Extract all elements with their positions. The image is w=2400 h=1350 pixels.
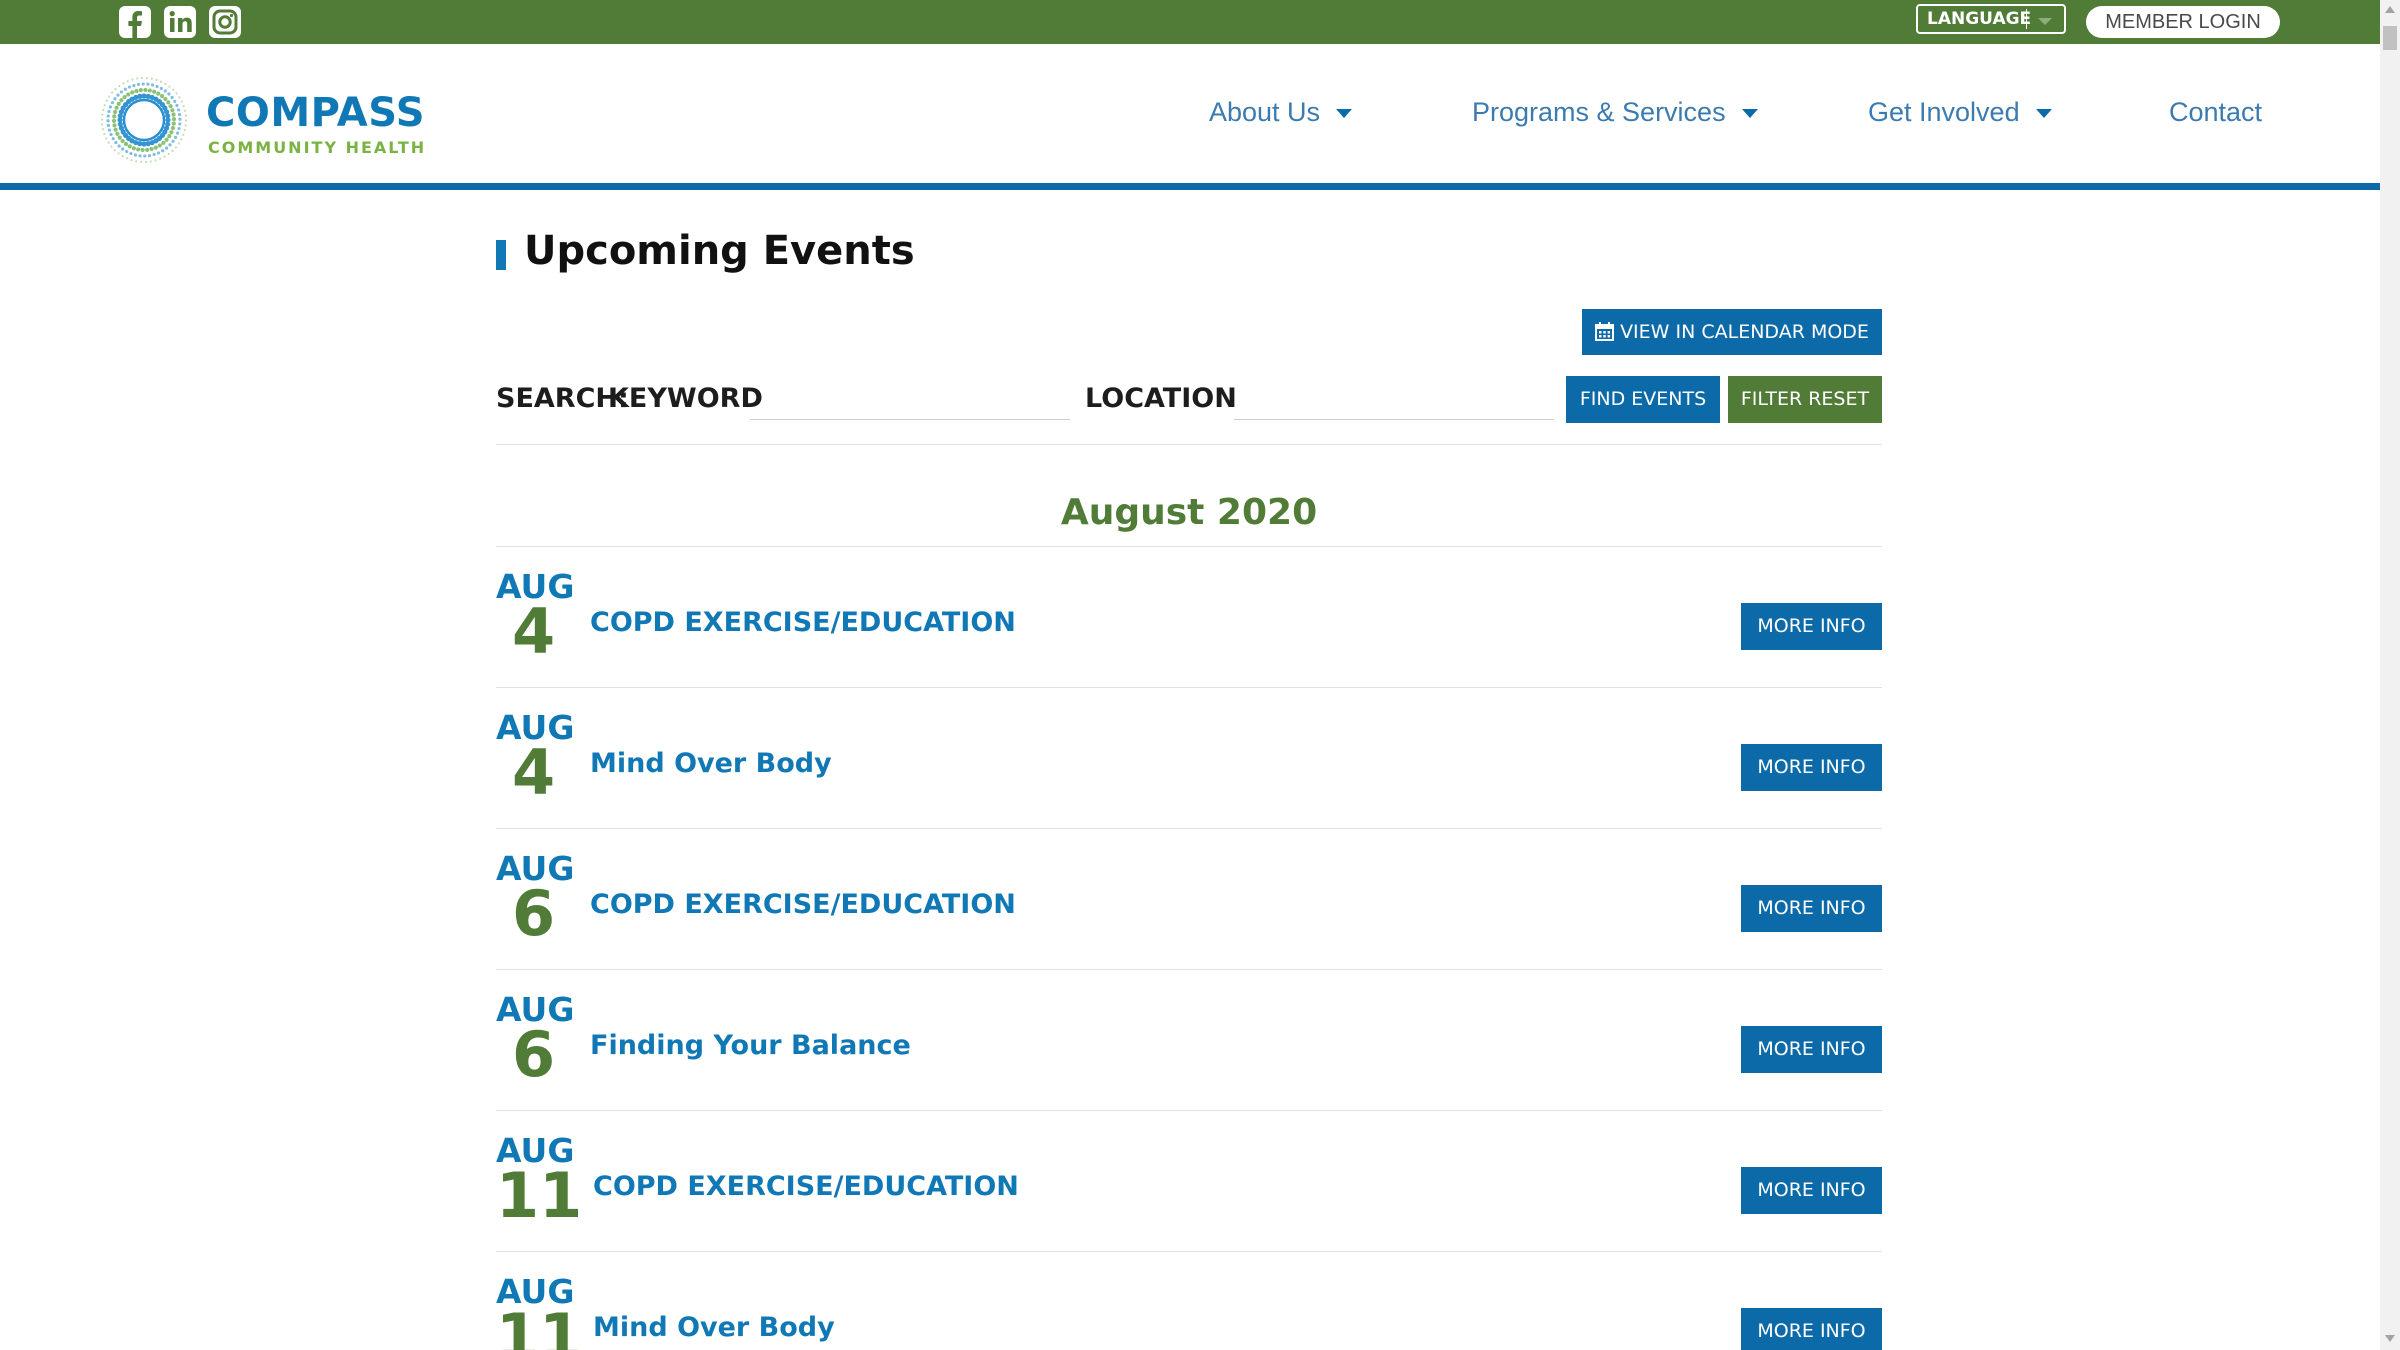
event-title-link[interactable]: Mind Over Body <box>590 748 832 779</box>
event-row: AUG 11 Mind Over Body MORE INFO <box>496 1252 1882 1350</box>
more-info-button[interactable]: MORE INFO <box>1741 1167 1882 1214</box>
language-separator <box>2026 9 2027 29</box>
keyword-label: KEYWORD <box>608 383 763 414</box>
scroll-down-arrow-icon[interactable] <box>2385 1335 2395 1342</box>
event-title-link[interactable]: Finding Your Balance <box>590 1030 911 1061</box>
calendar-icon <box>1595 322 1615 341</box>
keyword-input[interactable] <box>750 380 1070 420</box>
logo-name: COMPASS <box>206 90 426 136</box>
caret-down-icon <box>1741 109 1758 119</box>
nav-label: Get Involved <box>1868 97 2020 127</box>
page-scrollbar[interactable] <box>2380 0 2400 1350</box>
location-input[interactable] <box>1234 380 1554 420</box>
more-info-button[interactable]: MORE INFO <box>1741 1026 1882 1073</box>
event-day: 6 <box>512 1018 556 1091</box>
caret-down-icon <box>2035 109 2052 119</box>
filter-reset-button[interactable]: FILTER RESET <box>1728 376 1882 423</box>
caret-down-icon <box>1336 109 1353 119</box>
search-divider <box>496 444 1882 445</box>
nav-get-involved[interactable]: Get Involved <box>1868 96 2052 128</box>
more-info-button[interactable]: MORE INFO <box>1741 885 1882 932</box>
month-heading: August 2020 <box>1060 492 1318 533</box>
more-info-button[interactable]: MORE INFO <box>1741 603 1882 650</box>
chevron-down-icon <box>2038 18 2052 25</box>
nav-contact[interactable]: Contact <box>2169 96 2262 128</box>
compass-logo-icon <box>100 76 188 164</box>
top-utility-bar: LANGUAGE MEMBER LOGIN <box>0 0 2380 44</box>
scrollbar-thumb[interactable] <box>2383 26 2397 50</box>
event-row: AUG 11 COPD EXERCISE/EDUCATION MORE INFO <box>496 1111 1882 1252</box>
instagram-icon[interactable] <box>208 5 242 39</box>
language-select[interactable]: LANGUAGE <box>1916 4 2066 34</box>
event-title-link[interactable]: COPD EXERCISE/EDUCATION <box>590 889 1016 920</box>
nav-label: Contact <box>2169 97 2263 127</box>
event-day: 4 <box>512 595 556 668</box>
more-info-button[interactable]: MORE INFO <box>1741 744 1882 791</box>
event-title-link[interactable]: Mind Over Body <box>593 1312 835 1343</box>
event-row: AUG 4 COPD EXERCISE/EDUCATION MORE INFO <box>496 547 1882 688</box>
nav-programs-services[interactable]: Programs & Services <box>1472 96 1758 128</box>
member-login-button[interactable]: MEMBER LOGIN <box>2086 6 2280 38</box>
language-label: LANGUAGE <box>1927 9 2032 29</box>
event-day: 6 <box>512 877 556 950</box>
event-row: AUG 6 Finding Your Balance MORE INFO <box>496 970 1882 1111</box>
event-day: 11 <box>496 1300 583 1350</box>
title-accent-bar <box>496 240 506 270</box>
site-header: COMPASS COMMUNITY HEALTH About Us Progra… <box>0 44 2380 190</box>
nav-label: Programs & Services <box>1472 97 1726 127</box>
linkedin-icon[interactable] <box>163 5 197 39</box>
event-day: 4 <box>512 736 556 809</box>
location-label: LOCATION <box>1085 383 1237 414</box>
page-title: Upcoming Events <box>524 228 915 274</box>
view-calendar-mode-button[interactable]: VIEW IN CALENDAR MODE <box>1582 309 1882 355</box>
nav-about-us[interactable]: About Us <box>1209 96 1353 128</box>
event-title-link[interactable]: COPD EXERCISE/EDUCATION <box>590 607 1016 638</box>
logo-subtitle: COMMUNITY HEALTH <box>208 138 427 157</box>
find-events-button[interactable]: FIND EVENTS <box>1566 376 1720 423</box>
calendar-button-label: VIEW IN CALENDAR MODE <box>1620 321 1869 343</box>
facebook-icon[interactable] <box>118 5 152 39</box>
event-row: AUG 6 COPD EXERCISE/EDUCATION MORE INFO <box>496 829 1882 970</box>
event-day: 11 <box>496 1159 583 1232</box>
event-row: AUG 4 Mind Over Body MORE INFO <box>496 688 1882 829</box>
more-info-button[interactable]: MORE INFO <box>1741 1308 1882 1350</box>
nav-label: About Us <box>1209 97 1321 127</box>
event-title-link[interactable]: COPD EXERCISE/EDUCATION <box>593 1171 1019 1202</box>
scroll-up-arrow-icon[interactable] <box>2385 6 2395 13</box>
site-logo[interactable]: COMPASS COMMUNITY HEALTH <box>96 72 425 172</box>
